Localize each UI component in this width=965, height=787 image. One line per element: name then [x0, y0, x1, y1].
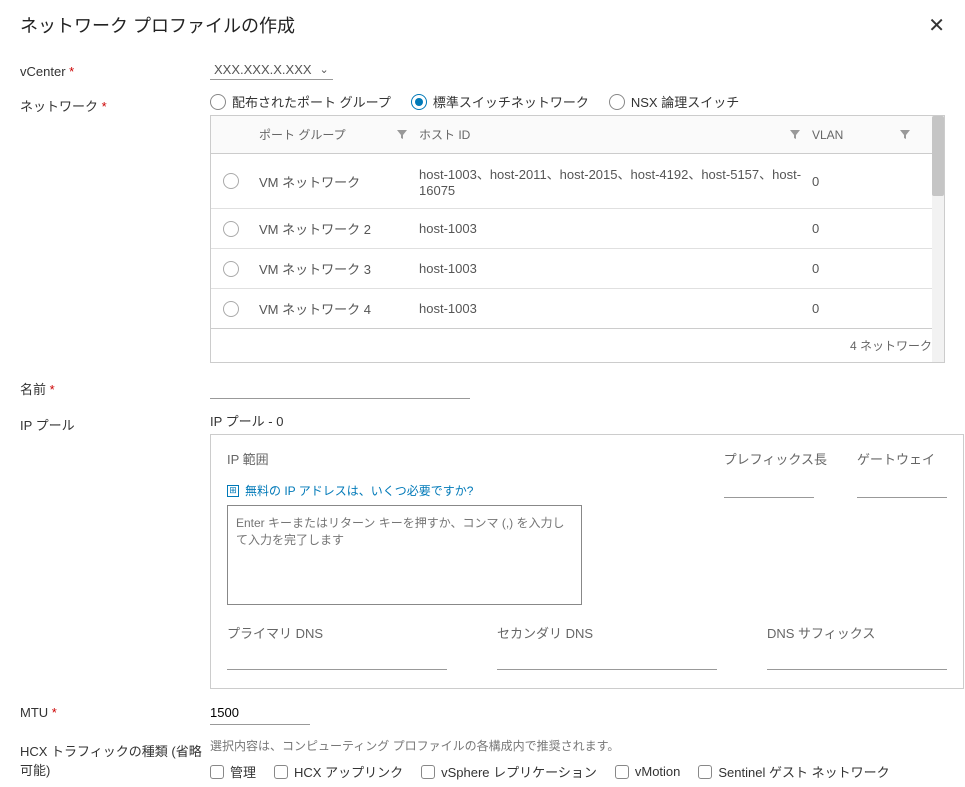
- checkbox-icon: [274, 765, 288, 779]
- prefix-label: プレフィックス長: [724, 449, 827, 468]
- dns-suffix-label: DNS サフィックス: [767, 623, 947, 642]
- secondary-dns-label: セカンダリ DNS: [497, 623, 737, 642]
- row-radio[interactable]: [223, 301, 239, 317]
- gateway-label: ゲートウェイ: [857, 449, 947, 468]
- radio-circle-icon: [609, 94, 625, 110]
- checkbox-label: 管理: [230, 762, 256, 781]
- checkbox-sentinel-guest-network[interactable]: Sentinel ゲスト ネットワーク: [698, 762, 889, 781]
- table-row[interactable]: VM ネットワーク 2host-10030: [211, 209, 944, 249]
- traffic-hint: 選択内容は、コンピューティング プロファイルの各構成内で推奨されます。: [210, 737, 945, 754]
- radio-nsx-logical-switch[interactable]: NSX 論理スイッチ: [609, 92, 739, 111]
- prefix-input[interactable]: [724, 474, 814, 498]
- col-port-group: ポート グループ: [259, 126, 346, 143]
- radio-label: 配布されたポート グループ: [232, 92, 391, 111]
- checkbox-icon: [698, 765, 712, 779]
- checkbox-vsphere-replication[interactable]: vSphere レプリケーション: [421, 762, 597, 781]
- cell-host-id: host-1003: [419, 221, 812, 236]
- cell-host-id: host-1003: [419, 301, 812, 316]
- checkbox-icon: [210, 765, 224, 779]
- cell-port-group: VM ネットワーク 4: [259, 299, 419, 318]
- scrollbar-thumb[interactable]: [932, 116, 944, 196]
- mtu-input[interactable]: [210, 701, 310, 725]
- cell-host-id: host-1003、host-2011、host-2015、host-4192、…: [419, 164, 812, 198]
- checkbox-vmotion[interactable]: vMotion: [615, 762, 681, 781]
- mtu-label: MTU: [20, 701, 210, 720]
- cell-port-group: VM ネットワーク: [259, 172, 419, 191]
- vcenter-value: XXX.XXX.X.XXX: [214, 62, 312, 77]
- row-radio[interactable]: [223, 261, 239, 277]
- table-row[interactable]: VM ネットワーク 3host-10030: [211, 249, 944, 289]
- radio-distributed-port-group[interactable]: 配布されたポート グループ: [210, 92, 391, 111]
- radio-label: NSX 論理スイッチ: [631, 92, 739, 111]
- cell-vlan: 0: [812, 301, 922, 316]
- row-radio[interactable]: [223, 173, 239, 189]
- calculator-icon: ⊞: [227, 485, 239, 497]
- primary-dns-input[interactable]: [227, 646, 447, 670]
- network-type-radio-group: 配布されたポート グループ 標準スイッチネットワーク NSX 論理スイッチ: [210, 92, 945, 111]
- table-row[interactable]: VM ネットワーク 4host-10030: [211, 289, 944, 328]
- table-row[interactable]: VM ネットワークhost-1003、host-2011、host-2015、h…: [211, 154, 944, 209]
- radio-label: 標準スイッチネットワーク: [433, 92, 589, 111]
- radio-circle-icon: [411, 94, 427, 110]
- checkbox-label: HCX アップリンク: [294, 762, 403, 781]
- dns-suffix-input[interactable]: [767, 646, 947, 670]
- col-host-id: ホスト ID: [419, 126, 470, 143]
- ip-pool-box: IP 範囲 ⊞ 無料の IP アドレスは、いくつ必要ですか? プレフィックス長 …: [210, 434, 964, 689]
- table-footer: 4 ネットワーク: [211, 328, 944, 362]
- gateway-input[interactable]: [857, 474, 947, 498]
- secondary-dns-input[interactable]: [497, 646, 717, 670]
- ip-help-link[interactable]: ⊞ 無料の IP アドレスは、いくつ必要ですか?: [227, 482, 694, 499]
- traffic-type-label: HCX トラフィックの種類 (省略可能): [20, 737, 210, 779]
- primary-dns-label: プライマリ DNS: [227, 623, 467, 642]
- ip-help-text: 無料の IP アドレスは、いくつ必要ですか?: [245, 482, 473, 499]
- checkbox-label: Sentinel ゲスト ネットワーク: [718, 762, 889, 781]
- radio-standard-switch-network[interactable]: 標準スイッチネットワーク: [411, 92, 589, 111]
- cell-vlan: 0: [812, 261, 922, 276]
- name-input[interactable]: [210, 375, 470, 399]
- cell-vlan: 0: [812, 174, 922, 189]
- scrollbar[interactable]: [932, 116, 944, 362]
- name-label: 名前: [20, 375, 210, 398]
- network-label: ネットワーク: [20, 92, 210, 115]
- checkbox-label: vSphere レプリケーション: [441, 762, 597, 781]
- vcenter-label: vCenter: [20, 60, 210, 79]
- network-table: ポート グループ ホスト ID VLAN VM ネットワークhost-1003、…: [210, 115, 945, 363]
- filter-icon[interactable]: [900, 130, 910, 140]
- ip-range-textarea[interactable]: [227, 505, 582, 605]
- row-radio[interactable]: [223, 221, 239, 237]
- cell-vlan: 0: [812, 221, 922, 236]
- ip-pool-label: IP プール: [20, 411, 210, 434]
- checkbox-icon: [615, 765, 629, 779]
- radio-circle-icon: [210, 94, 226, 110]
- cell-port-group: VM ネットワーク 3: [259, 259, 419, 278]
- page-title: ネットワーク プロファイルの作成: [20, 12, 295, 38]
- ip-pool-title: IP プール - 0: [210, 411, 964, 430]
- filter-icon[interactable]: [397, 130, 407, 140]
- close-icon[interactable]: ✕: [928, 13, 945, 38]
- checkbox-label: vMotion: [635, 764, 681, 779]
- filter-icon[interactable]: [790, 130, 800, 140]
- checkbox-hcx-uplink[interactable]: HCX アップリンク: [274, 762, 403, 781]
- cell-host-id: host-1003: [419, 261, 812, 276]
- checkbox-management[interactable]: 管理: [210, 762, 256, 781]
- checkbox-icon: [421, 765, 435, 779]
- cell-port-group: VM ネットワーク 2: [259, 219, 419, 238]
- vcenter-select[interactable]: XXX.XXX.X.XXX ⌄: [210, 60, 333, 80]
- col-vlan: VLAN: [812, 128, 843, 142]
- table-header: ポート グループ ホスト ID VLAN: [211, 116, 944, 154]
- chevron-down-icon: ⌄: [320, 63, 329, 76]
- ip-range-label: IP 範囲: [227, 449, 694, 468]
